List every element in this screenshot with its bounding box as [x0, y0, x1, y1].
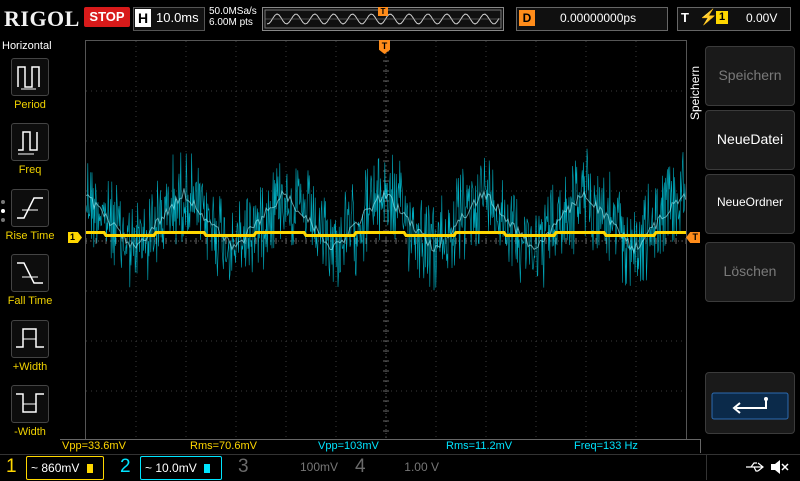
channel-1-bw-icon: [86, 464, 93, 474]
menu-item-rise-time-label: Rise Time: [5, 230, 55, 242]
channel-3-number[interactable]: 3: [238, 456, 249, 478]
menu-item-positive-width-label: +Width: [12, 361, 48, 373]
channel-3-scale-box[interactable]: 100mV: [258, 456, 352, 478]
new-file-button[interactable]: NeueDatei: [705, 110, 795, 170]
channel-2-number[interactable]: 2: [120, 456, 131, 478]
status-icons-tray: [706, 455, 800, 480]
menu-item-fall-time-label: Fall Time: [7, 295, 53, 307]
new-folder-button[interactable]: NeueOrdner: [705, 174, 795, 234]
channel-4-scale: 1.00 V: [404, 460, 439, 474]
speaker-muted-icon[interactable]: [769, 459, 789, 480]
measurement-rms-ch2[interactable]: Rms=11.2mV: [444, 439, 573, 453]
negative-width-icon: [11, 385, 49, 423]
brand-logo: RIGOL: [4, 6, 80, 31]
rising-edge-icon: ⚡: [699, 9, 718, 26]
channel-2-scale: 10.0mV: [155, 461, 197, 475]
delete-button[interactable]: Löschen: [705, 242, 795, 302]
rise-time-icon: [11, 189, 49, 227]
trigger-source-badge: 1: [716, 11, 728, 24]
left-menu-title: Horizontal: [2, 40, 52, 52]
save-button-label: Speichern: [718, 67, 782, 83]
delay-value: 0.00000000ps: [560, 11, 637, 25]
timebase-value: 10.0ms: [156, 10, 199, 25]
menu-item-freq-label: Freq: [18, 164, 42, 176]
trigger-level-value: 0.00V: [746, 11, 778, 25]
channel-2-bw-icon: [204, 464, 211, 474]
new-file-button-label: NeueDatei: [716, 131, 784, 147]
period-icon: [11, 58, 49, 96]
acquisition-info: 50.0MSa/s 6.00M pts: [209, 6, 257, 28]
save-button[interactable]: Speichern: [705, 46, 795, 106]
channel-4-scale-box[interactable]: 1.00 V: [375, 456, 455, 478]
waveform-display[interactable]: [85, 40, 687, 442]
memory-trigger-marker: T: [378, 7, 388, 16]
memory-overview[interactable]: T: [262, 7, 504, 31]
run-stop-button[interactable]: STOP: [84, 7, 130, 27]
channel-1-scale: 860mV: [41, 461, 80, 475]
fall-time-icon: [11, 254, 49, 292]
channel-1-scale-box[interactable]: ~ 860mV: [26, 456, 104, 480]
sample-rate: 50.0MSa/s: [209, 6, 257, 17]
right-menu-title: Speichern: [688, 65, 702, 120]
measurement-rms-ch1[interactable]: Rms=70.6mV: [188, 439, 317, 453]
channel-3-scale: 100mV: [299, 460, 338, 474]
trigger-letter: T: [681, 10, 689, 25]
menu-item-period-label: Period: [14, 99, 46, 111]
frequency-icon: [11, 123, 49, 161]
channel-1-coupling: ~: [31, 461, 39, 475]
menu-item-negative-width-label: -Width: [14, 426, 46, 438]
return-button[interactable]: [705, 372, 795, 434]
timebase-letter: H: [135, 9, 151, 27]
measurement-vpp-ch2[interactable]: Vpp=103mV: [316, 439, 445, 453]
return-icon: [708, 391, 792, 421]
measurement-freq-ch2[interactable]: Freq=133 Hz: [572, 439, 701, 453]
channel-2-coupling: ~: [145, 461, 153, 475]
memory-depth: 6.00M pts: [209, 17, 253, 28]
channel-1-number[interactable]: 1: [6, 456, 17, 478]
channel-1-ground-marker[interactable]: 1: [68, 232, 82, 243]
delay-letter: D: [519, 10, 535, 26]
waveform-canvas: [86, 41, 686, 441]
channel-2-scale-box[interactable]: ~ 10.0mV: [140, 456, 222, 480]
delete-button-label: Löschen: [723, 263, 777, 279]
new-folder-button-label: NeueOrdner: [716, 195, 784, 209]
channel-4-number[interactable]: 4: [355, 456, 366, 478]
positive-width-icon: [11, 320, 49, 358]
usb-icon: [745, 460, 765, 479]
measurement-vpp-ch1[interactable]: Vpp=33.6mV: [60, 439, 189, 453]
menu-page-indicator: [1, 200, 5, 222]
